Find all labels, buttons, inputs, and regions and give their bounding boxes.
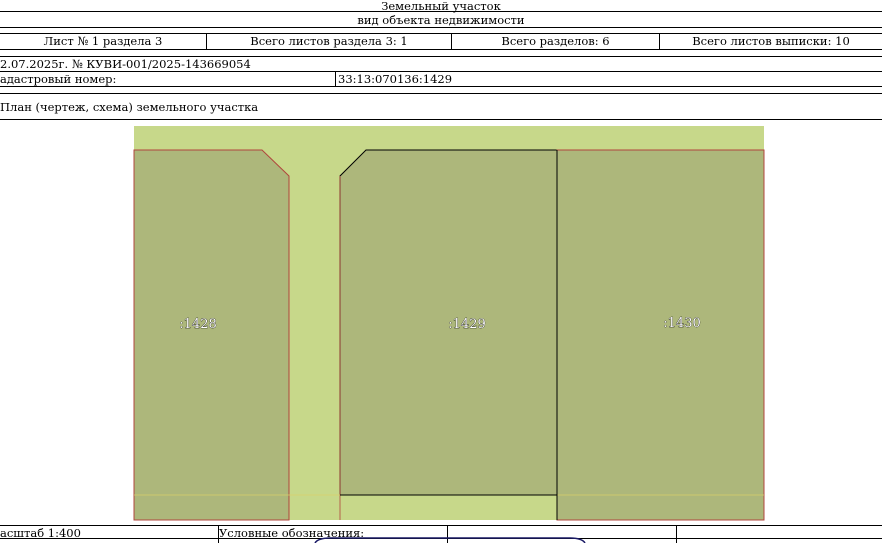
legend-symbol [314,537,586,543]
